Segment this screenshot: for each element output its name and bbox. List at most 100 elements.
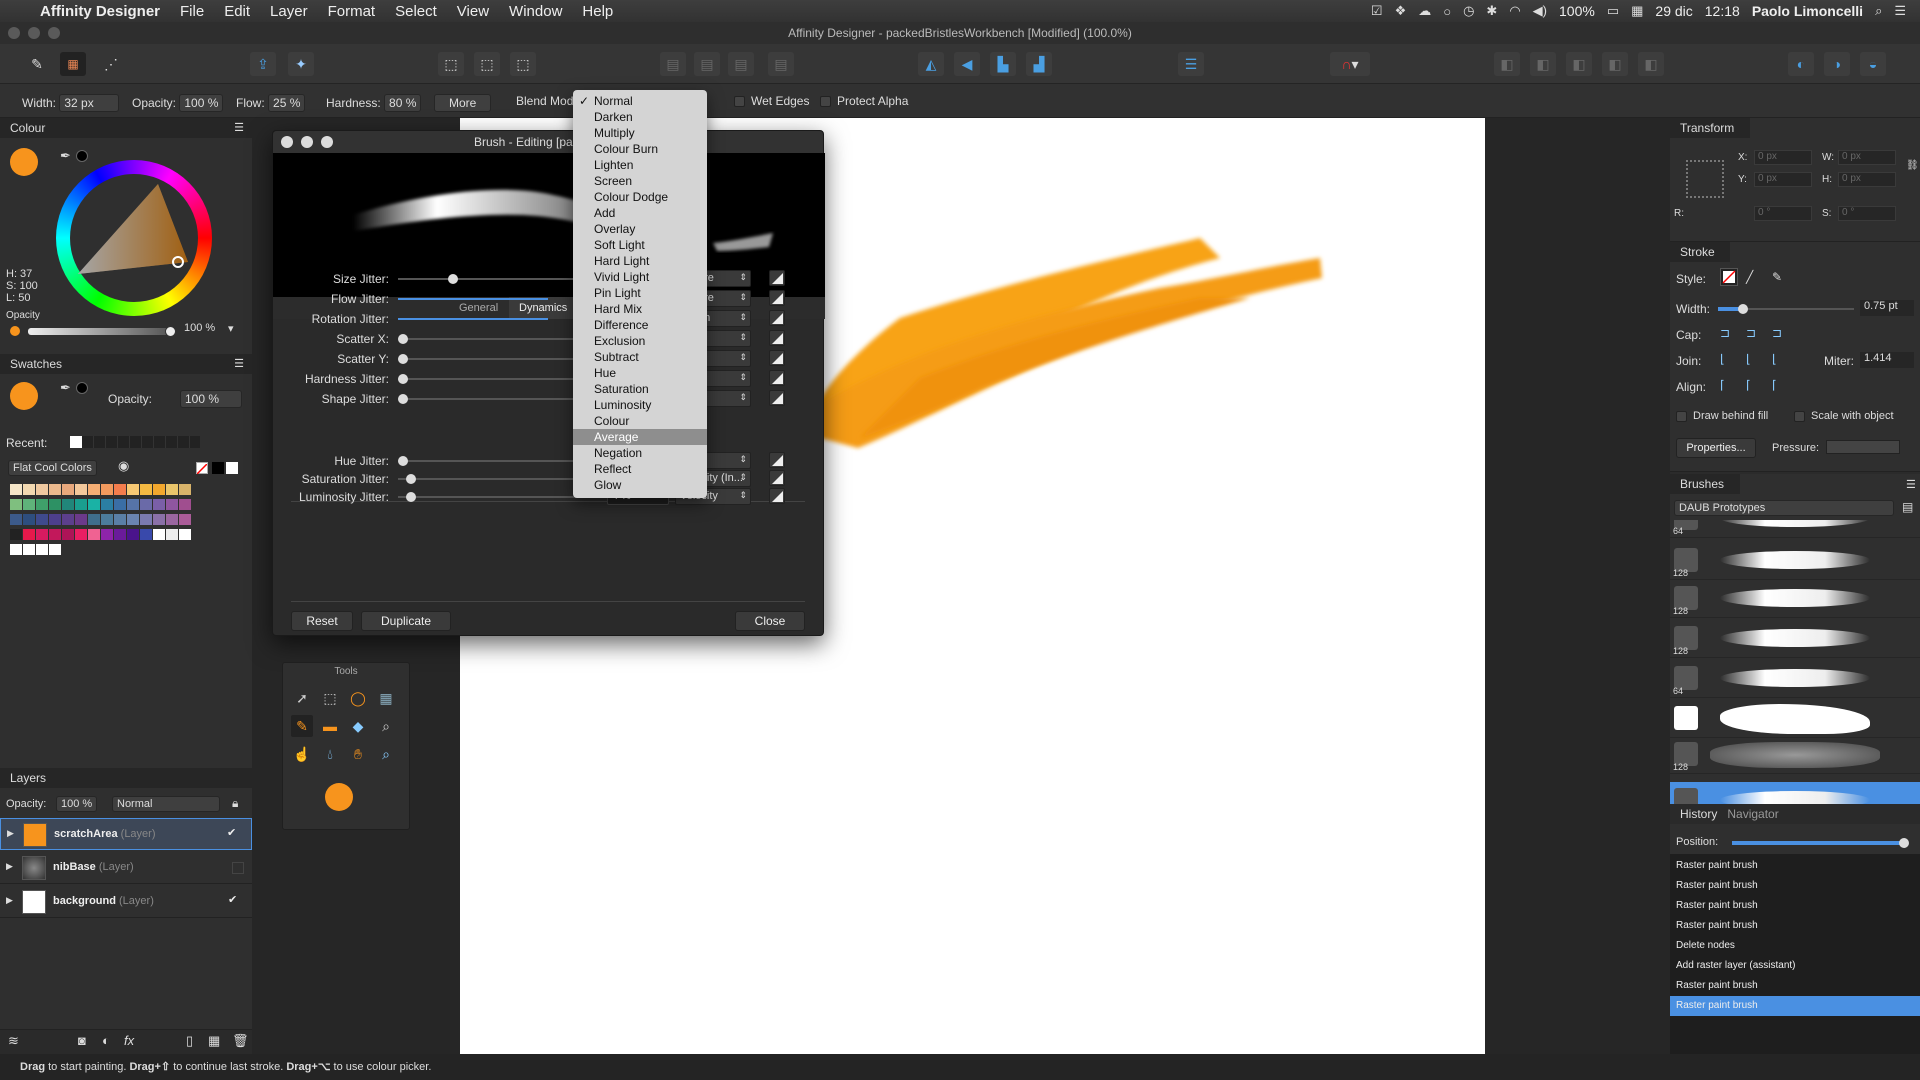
blend-mode-item[interactable]: Add <box>573 205 707 221</box>
calendar-icon[interactable]: ▦ <box>1631 3 1643 19</box>
bluetooth-icon[interactable]: ✱ <box>1486 3 1497 19</box>
boolean-divide-icon[interactable]: ◧ <box>1638 52 1664 76</box>
primary-colour-swatch[interactable] <box>10 148 38 176</box>
blend-mode-item[interactable]: Reflect <box>573 461 707 477</box>
align-outside-icon[interactable]: ⌈ <box>1772 378 1777 392</box>
recent-swatches[interactable] <box>70 436 200 448</box>
paint-brush-tool-icon[interactable]: ✎ <box>291 715 313 737</box>
history-item[interactable]: Add raster layer (assistant) <box>1670 956 1920 976</box>
brush-item[interactable]: 64 <box>1670 660 1920 698</box>
colour-jitter-slider[interactable] <box>398 492 598 502</box>
palette-swatch[interactable] <box>36 499 48 510</box>
jitter-slider[interactable] <box>398 354 598 364</box>
palette-swatch[interactable] <box>62 529 74 540</box>
palette-swatch[interactable] <box>88 484 100 495</box>
palette-swatch[interactable] <box>10 499 22 510</box>
palette-swatch[interactable] <box>166 484 178 495</box>
adjustment-icon[interactable]: ◐ <box>102 1033 110 1048</box>
share-icon[interactable]: ⇪ <box>250 52 276 76</box>
cloud-icon[interactable]: ☁ <box>1418 3 1431 19</box>
palette-swatch[interactable] <box>153 484 165 495</box>
h-field[interactable]: 0 px <box>1838 172 1896 187</box>
none-colour-swatch[interactable] <box>196 462 208 475</box>
jitter-slider[interactable] <box>398 318 548 320</box>
menu-view[interactable]: View <box>447 3 499 20</box>
curve-editor-icon[interactable] <box>769 390 785 406</box>
hardness-dropdown[interactable]: 80 % <box>384 94 422 112</box>
black-colour-swatch[interactable] <box>212 462 224 474</box>
blend-mode-item[interactable]: ✓ Normal <box>573 93 707 109</box>
colour-triangle[interactable] <box>70 174 198 302</box>
blend-mode-item[interactable]: Hue <box>573 365 707 381</box>
history-item[interactable]: Raster paint brush <box>1670 876 1920 896</box>
assistant-icon[interactable]: ✦ <box>288 52 314 76</box>
fill-tool-icon[interactable]: ◆ <box>347 715 369 737</box>
wet-edges-checkbox[interactable] <box>734 96 745 108</box>
arrange-backward-icon[interactable]: ▤ <box>694 52 720 76</box>
properties-button[interactable]: Properties... <box>1676 438 1756 458</box>
time-machine-icon[interactable]: ◷ <box>1463 3 1474 19</box>
dialog-minimize-button[interactable] <box>301 136 313 148</box>
curve-editor-icon[interactable] <box>769 290 785 306</box>
blend-mode-item[interactable]: Lighten <box>573 157 707 173</box>
quick-mask-icon[interactable]: ◐ <box>1788 52 1814 76</box>
blend-mode-item[interactable]: Pin Light <box>573 285 707 301</box>
palette-swatch[interactable] <box>49 499 61 510</box>
stroke-width-field[interactable]: 0.75 pt <box>1860 300 1914 316</box>
palette-swatch[interactable] <box>88 514 100 525</box>
blend-mode-item[interactable]: Multiply <box>573 125 707 141</box>
colour-picker-icon[interactable]: ✒ <box>60 148 71 164</box>
menu-file[interactable]: File <box>170 3 214 20</box>
menu-edit[interactable]: Edit <box>214 3 260 20</box>
opacity-dropdown[interactable]: 100 % <box>179 94 224 112</box>
add-pixel-layer-icon[interactable]: ▦ <box>208 1033 220 1049</box>
jitter-slider[interactable] <box>398 274 598 284</box>
lasso-tool-icon[interactable]: ◯ <box>347 687 369 709</box>
blend-mode-item[interactable]: Subtract <box>573 349 707 365</box>
eraser-tool-icon[interactable]: ▬ <box>319 715 341 737</box>
menu-layer[interactable]: Layer <box>260 3 318 20</box>
menubar-time[interactable]: 12:18 <box>1705 3 1740 19</box>
add-layer-icon[interactable]: ▯ <box>186 1033 193 1049</box>
export-persona-icon[interactable]: ⋰ <box>98 52 124 76</box>
zoom-window-button[interactable] <box>48 27 60 39</box>
colour-opacity-value[interactable]: 100 % <box>184 322 215 334</box>
palette-swatch[interactable] <box>10 544 22 555</box>
no-stroke-style-button[interactable] <box>1720 268 1738 286</box>
blend-mode-item[interactable]: Soft Light <box>573 237 707 253</box>
close-button[interactable]: Close <box>735 611 805 631</box>
refine-mask-icon[interactable]: ◑ <box>1824 52 1850 76</box>
arrange-back-icon[interactable]: ▤ <box>660 52 686 76</box>
curve-editor-icon[interactable] <box>769 270 785 286</box>
history-item[interactable]: Delete nodes <box>1670 936 1920 956</box>
palette-swatch[interactable] <box>140 514 152 525</box>
expand-layer-icon[interactable]: ▶ <box>6 861 13 872</box>
panel-menu-icon[interactable]: ☰ <box>234 354 244 374</box>
blend-mode-item[interactable]: Difference <box>573 317 707 333</box>
bevel-join-icon[interactable]: ⌊ <box>1772 352 1777 366</box>
palette-swatch[interactable] <box>36 529 48 540</box>
blend-mode-item[interactable]: Screen <box>573 173 707 189</box>
palette-swatch[interactable] <box>127 484 139 495</box>
blend-mode-item[interactable]: Hard Light <box>573 253 707 269</box>
layer-row-scratch-area[interactable]: ▶ scratchArea (Layer) ✔ <box>0 818 252 850</box>
palette-swatch[interactable] <box>36 484 48 495</box>
palette-swatch[interactable] <box>179 529 191 540</box>
palette-swatch[interactable] <box>127 514 139 525</box>
notification-center-icon[interactable]: ☰ <box>1894 3 1906 19</box>
curve-editor-icon[interactable] <box>769 470 785 486</box>
expand-layer-icon[interactable]: ▶ <box>6 895 13 906</box>
flip-vertical-icon[interactable]: ◀ <box>954 52 980 76</box>
pressure-graph[interactable] <box>1826 440 1900 454</box>
palette-swatch[interactable] <box>114 514 126 525</box>
palette-swatch[interactable] <box>23 514 35 525</box>
palette-swatch[interactable] <box>62 499 74 510</box>
jitter-slider[interactable] <box>398 374 598 384</box>
swatch-picker-icon[interactable]: ✒ <box>60 380 71 396</box>
history-item[interactable]: Raster paint brush <box>1670 996 1920 1016</box>
protect-alpha-checkbox[interactable] <box>820 96 831 108</box>
blend-mode-item[interactable]: Overlay <box>573 221 707 237</box>
wifi-icon[interactable]: ◠ <box>1509 3 1520 19</box>
miter-join-icon[interactable]: ⌊ <box>1720 352 1725 366</box>
menubar-date[interactable]: 29 dic <box>1655 3 1692 19</box>
